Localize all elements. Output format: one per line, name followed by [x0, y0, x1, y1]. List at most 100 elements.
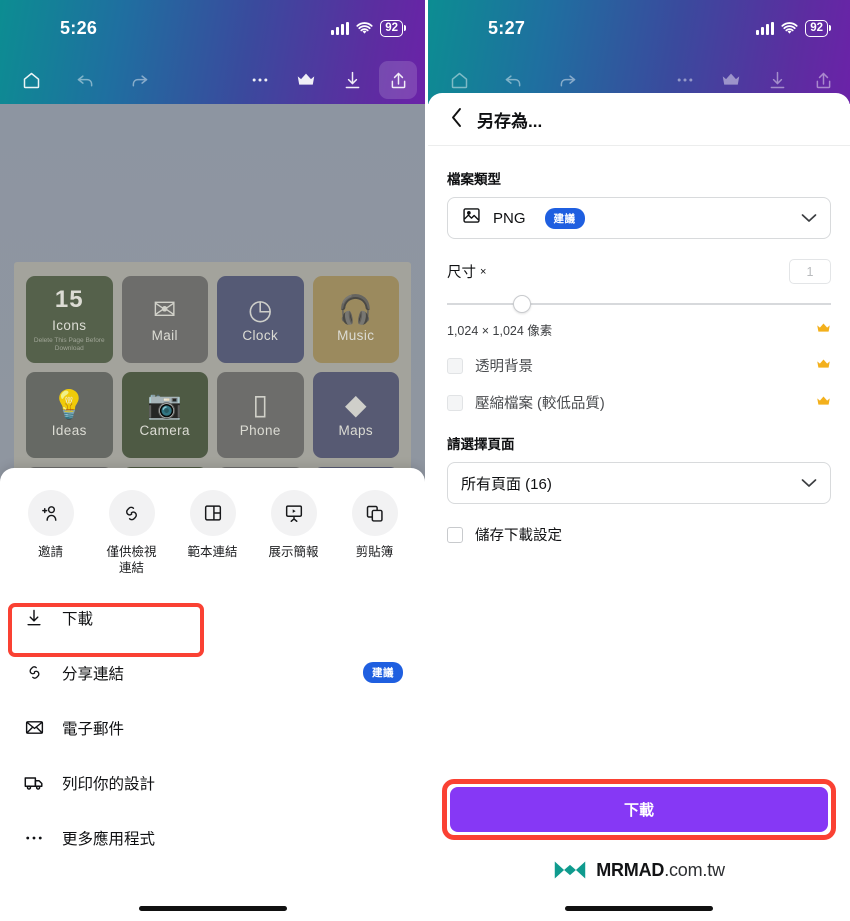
quick-action-label: 邀請 — [37, 545, 63, 559]
phone-icon: ▯ — [252, 389, 268, 421]
page-title: 另存為... — [477, 111, 543, 131]
chevron-down-icon — [801, 476, 817, 491]
share-bottom-sheet: 邀請 僅供檢視連結 範本連結 展示簡報 剪貼簿 下載 分享連結 建議 電子郵件 … — [0, 468, 425, 921]
slider-thumb[interactable] — [513, 295, 531, 313]
pixel-dimensions: 1,024 × 1,024 像素 — [447, 324, 553, 338]
quick-action-label: 僅供檢視連結 — [106, 545, 157, 575]
quick-action-clipboard[interactable]: 剪貼簿 — [334, 490, 415, 576]
option-transparent-background[interactable]: 透明背景 — [447, 355, 831, 376]
recommended-badge: 建議 — [544, 207, 585, 229]
filetype-label: 檔案類型 — [447, 172, 501, 187]
pixel-size-row: 1,024 × 1,024 像素 — [447, 320, 831, 339]
quick-action-label: 範本連結 — [187, 545, 238, 559]
share-upload-icon[interactable] — [379, 61, 417, 99]
watermark-text: MRMAD.com.tw — [596, 859, 725, 880]
truck-delivery-icon — [22, 772, 46, 794]
icon-tile: 📷 Camera — [121, 371, 208, 458]
filetype-value: PNG — [493, 209, 526, 227]
sheet-body: 檔案類型 PNG 建議 尺寸 × 1 1,024 × 1,024 像素 透明背景… — [428, 146, 850, 545]
chevron-down-icon — [801, 211, 817, 226]
clock-icon: ◷ — [248, 293, 273, 325]
camera-icon: 📷 — [147, 389, 183, 421]
left-phone-screen: 5:26 92 15 Icons Delete This Page Before… — [0, 0, 425, 921]
quick-action-presentation[interactable]: 展示簡報 — [253, 490, 334, 576]
cellular-signal-icon — [331, 21, 350, 35]
crown-icon — [816, 322, 831, 338]
left-gradient-header: 5:26 92 — [0, 0, 425, 104]
left-status-bar: 5:26 92 — [0, 0, 425, 56]
download-icon[interactable] — [333, 61, 371, 99]
recommended-badge: 建議 — [363, 662, 403, 684]
tile-label: Icons — [52, 317, 87, 333]
chevron-left-icon[interactable] — [450, 107, 463, 132]
template-layout-icon — [189, 490, 236, 536]
menu-item-print-design[interactable]: 列印你的設計 — [0, 755, 425, 810]
menu-item-email[interactable]: 電子郵件 — [0, 700, 425, 755]
undo-icon[interactable] — [66, 61, 104, 99]
checkbox[interactable] — [447, 394, 463, 411]
icon-tile: 💡 Ideas — [26, 371, 113, 458]
headphones-icon: 🎧 — [338, 293, 374, 325]
size-row: 尺寸 × 1 — [447, 259, 831, 284]
crown-icon — [816, 395, 831, 411]
right-phone-screen: 5:27 92 另存為... 檔案類型 PNG 建議 尺寸 × 1 1,024 … — [425, 0, 850, 921]
maps-icon: ◆ — [344, 389, 367, 421]
option-save-download-settings[interactable]: 儲存下載設定 — [447, 524, 831, 545]
crown-icon[interactable] — [287, 61, 325, 99]
download-highlight-frame — [8, 603, 204, 657]
status-time: 5:27 — [488, 17, 526, 38]
size-slider[interactable] — [447, 295, 831, 313]
checkbox[interactable] — [447, 526, 463, 543]
quick-actions-row: 邀請 僅供檢視連結 範本連結 展示簡報 剪貼簿 — [0, 468, 425, 576]
tile-label: Maps — [338, 423, 374, 439]
icon-tile: ▯ Phone — [217, 371, 304, 458]
icon-tile: 15 Icons Delete This Page Before Downloa… — [26, 276, 113, 363]
battery-indicator: 92 — [380, 19, 406, 37]
mrmad-logo-icon — [554, 861, 586, 879]
wifi-icon — [781, 21, 798, 34]
status-time: 5:26 — [60, 17, 98, 38]
status-indicators: 92 — [756, 19, 831, 37]
tile-label: Phone — [239, 423, 281, 439]
copy-clipboard-icon — [351, 490, 398, 536]
mail-icon: ✉ — [153, 293, 177, 325]
link-icon — [22, 662, 46, 683]
redo-icon[interactable] — [120, 61, 158, 99]
quick-action-template-link[interactable]: 範本連結 — [172, 490, 253, 576]
menu-item-label: 分享連結 — [62, 665, 125, 683]
home-icon[interactable] — [12, 61, 50, 99]
crown-icon — [816, 358, 831, 374]
menu-item-label: 電子郵件 — [62, 720, 125, 738]
option-compress-file[interactable]: 壓縮檔案 (較低品質) — [447, 392, 831, 413]
slider-track — [447, 303, 831, 305]
tile-label: Mail — [151, 327, 178, 343]
menu-item-label: 更多應用程式 — [62, 830, 156, 848]
save-as-sheet: 另存為... 檔案類型 PNG 建議 尺寸 × 1 1,024 × 1,024 … — [428, 93, 850, 921]
pages-value: 所有頁面 (16) — [461, 475, 552, 493]
size-multiplier-input[interactable]: 1 — [789, 259, 831, 284]
presentation-icon — [270, 490, 317, 536]
option-label: 壓縮檔案 (較低品質) — [475, 396, 605, 412]
home-indicator — [565, 906, 713, 911]
left-app-toolbar — [0, 56, 425, 104]
menu-item-label: 列印你的設計 — [62, 775, 156, 793]
add-person-icon — [27, 490, 74, 536]
quick-action-view-only-link[interactable]: 僅供檢視連結 — [91, 490, 172, 576]
tile-label: Ideas — [51, 423, 87, 439]
watermark: MRMAD.com.tw — [428, 859, 850, 881]
pages-select[interactable]: 所有頁面 (16) — [447, 462, 831, 504]
quick-action-label: 剪貼簿 — [355, 545, 394, 559]
more-horizontal-icon[interactable] — [241, 61, 279, 99]
option-label: 儲存下載設定 — [475, 528, 562, 544]
sheet-header: 另存為... — [428, 93, 850, 146]
pages-label: 請選擇頁面 — [447, 437, 515, 452]
right-status-bar: 5:27 92 — [428, 0, 850, 56]
menu-item-more-apps[interactable]: 更多應用程式 — [0, 810, 425, 865]
tile-sublabel: Delete This Page Before Download — [33, 336, 105, 352]
dual-screenshot-container: 5:26 92 15 Icons Delete This Page Before… — [0, 0, 850, 921]
filetype-select[interactable]: PNG 建議 — [447, 197, 831, 239]
checkbox[interactable] — [447, 357, 463, 374]
tile-label: Camera — [139, 423, 190, 439]
quick-action-invite[interactable]: 邀請 — [10, 490, 91, 576]
tile-label: Clock — [242, 327, 279, 343]
